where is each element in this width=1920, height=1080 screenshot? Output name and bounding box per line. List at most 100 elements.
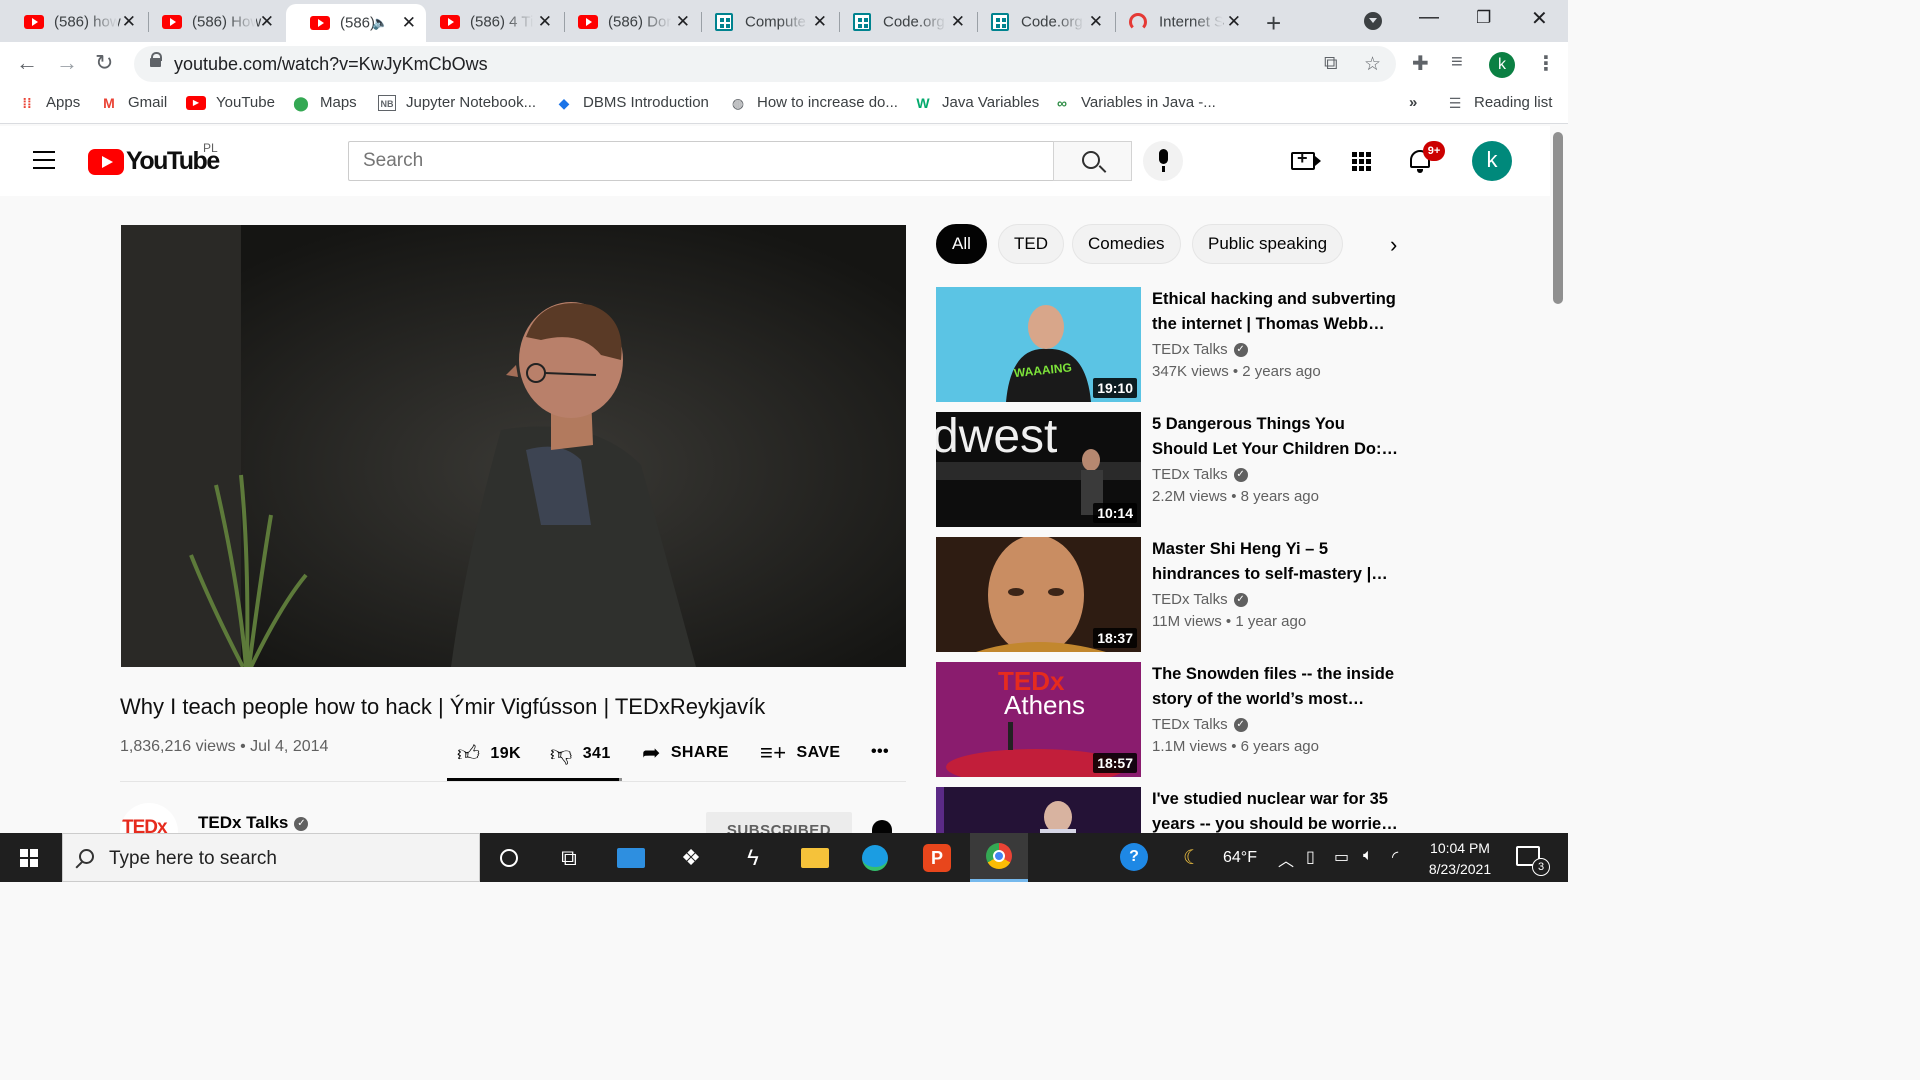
browser-tab-active[interactable]: (586) 🔈 ✕ bbox=[286, 4, 426, 42]
channel-name[interactable]: TEDx Talks ✓ bbox=[198, 813, 309, 833]
recommendation-title[interactable]: 5 Dangerous Things You Should Let Your C… bbox=[1152, 412, 1402, 462]
media-control-icon[interactable]: ≡ bbox=[1451, 51, 1463, 74]
url-text[interactable]: youtube.com/watch?v=KwJyKmCbOws bbox=[174, 54, 488, 75]
bookmark-youtube[interactable]: ▶ YouTube bbox=[186, 94, 275, 111]
recommendation-channel[interactable]: TEDx Talks ✓ bbox=[1152, 466, 1248, 483]
close-tab-icon[interactable]: ✕ bbox=[260, 12, 274, 32]
address-bar[interactable]: youtube.com/watch?v=KwJyKmCbOws ⧉ ☆ bbox=[134, 46, 1396, 82]
close-tab-icon[interactable]: ✕ bbox=[813, 12, 827, 32]
dislike-button[interactable]: 👎︎ 341 bbox=[550, 740, 611, 767]
close-tab-icon[interactable]: ✕ bbox=[1089, 12, 1103, 32]
close-tab-icon[interactable]: ✕ bbox=[122, 12, 136, 32]
bookmark-jupyter[interactable]: NB Jupyter Notebook... bbox=[378, 94, 536, 111]
browser-tab[interactable]: (586) Dor ✕ bbox=[554, 6, 700, 38]
video-player[interactable] bbox=[121, 225, 906, 667]
recommendation-item[interactable]: 18:37 Master Shi Heng Yi – 5 hindrances … bbox=[936, 537, 1406, 652]
profile-avatar[interactable]: k bbox=[1489, 52, 1515, 78]
minimize-window-icon[interactable]: — bbox=[1419, 6, 1439, 29]
speaker-icon[interactable]: 🔈 bbox=[372, 15, 388, 31]
chip-all[interactable]: All bbox=[936, 224, 987, 264]
browser-tab[interactable]: Code.org ✕ bbox=[967, 6, 1113, 38]
taskbar-search[interactable]: Type here to search bbox=[62, 833, 480, 882]
youtube-logo[interactable]: YouTube bbox=[88, 147, 220, 176]
create-video-icon[interactable] bbox=[1291, 148, 1321, 170]
chip-public-speaking[interactable]: Public speaking bbox=[1192, 224, 1344, 264]
recommendation-item[interactable]: I've studied nuclear war for 35 years --… bbox=[936, 787, 1406, 833]
reload-icon[interactable]: ↻ bbox=[95, 50, 113, 76]
search-input[interactable] bbox=[349, 142, 1054, 180]
open-in-app-icon[interactable]: ⧉ bbox=[1324, 53, 1338, 75]
volume-icon[interactable]: 🔈︎ bbox=[1363, 847, 1373, 865]
file-explorer-icon[interactable] bbox=[786, 833, 844, 882]
close-tab-icon[interactable]: ✕ bbox=[951, 12, 965, 32]
recommendation-title[interactable]: I've studied nuclear war for 35 years --… bbox=[1152, 787, 1402, 833]
recommendation-title[interactable]: Ethical hacking and subverting the inter… bbox=[1152, 287, 1402, 337]
close-tab-icon[interactable]: ✕ bbox=[538, 12, 552, 32]
help-icon[interactable]: ? bbox=[1120, 843, 1148, 871]
chrome-menu-icon[interactable]: ⋮ bbox=[1536, 51, 1556, 76]
browser-tab[interactable]: (586) how ✕ bbox=[0, 6, 146, 38]
recommendation-channel[interactable]: TEDx Talks ✓ bbox=[1152, 341, 1248, 358]
weather-temperature[interactable]: 64°F bbox=[1223, 849, 1257, 867]
forward-arrow-icon[interactable]: → bbox=[56, 50, 78, 76]
mail-icon[interactable] bbox=[602, 833, 660, 882]
bookmark-gmail[interactable]: M Gmail bbox=[100, 94, 167, 111]
bookmark-java-variables[interactable]: W Java Variables bbox=[914, 94, 1039, 111]
restore-window-icon[interactable]: ❐ bbox=[1476, 8, 1491, 28]
windows-start-icon[interactable] bbox=[20, 849, 38, 867]
browser-tab[interactable]: (586) How ✕ bbox=[138, 6, 284, 38]
battery-icon[interactable]: ▭ bbox=[1334, 847, 1349, 867]
wifi-icon[interactable]: ◜ bbox=[1392, 847, 1398, 867]
bookmark-variables-java[interactable]: ∞ Variables in Java -... bbox=[1053, 94, 1216, 111]
share-button[interactable]: ➦ SHARE bbox=[642, 740, 729, 766]
dropbox-icon[interactable]: ❖ bbox=[662, 833, 720, 882]
psiphon-icon[interactable]: P bbox=[908, 833, 966, 882]
voice-search-button[interactable] bbox=[1143, 141, 1183, 181]
more-actions-button[interactable]: ••• bbox=[871, 743, 889, 761]
recommendation-channel[interactable]: TEDx Talks ✓ bbox=[1152, 716, 1248, 733]
action-center-icon[interactable]: 3 bbox=[1516, 846, 1550, 876]
browser-tab[interactable]: Internet S ✕ bbox=[1105, 6, 1251, 38]
like-button[interactable]: 👍︎ 19K bbox=[457, 740, 521, 767]
video-thumbnail[interactable]: TEDx Athens 18:57 bbox=[936, 662, 1141, 777]
chrome-icon[interactable] bbox=[970, 833, 1028, 882]
close-tab-icon[interactable]: ✕ bbox=[676, 12, 690, 32]
bookmarks-overflow-button[interactable]: » bbox=[1409, 94, 1417, 111]
system-clock[interactable]: 10:04 PM 8/23/2021 bbox=[1420, 838, 1500, 880]
bookmark-increase[interactable]: ◍ How to increase do... bbox=[729, 94, 898, 111]
recommendation-channel[interactable]: TEDx Talks ✓ bbox=[1152, 591, 1248, 608]
reading-list-button[interactable]: ☰ Reading list bbox=[1446, 94, 1553, 111]
youtube-apps-icon[interactable] bbox=[1352, 152, 1372, 172]
recommendation-item[interactable]: TEDx Athens 18:57 The Snowden files -- t… bbox=[936, 662, 1406, 777]
chevron-up-icon[interactable]: ︿ bbox=[1278, 847, 1294, 871]
bookmark-apps[interactable]: ⁞⁞ Apps bbox=[18, 94, 80, 111]
video-thumbnail[interactable]: 18:37 bbox=[936, 537, 1141, 652]
video-thumbnail[interactable]: WAAAING 19:10 bbox=[936, 287, 1141, 402]
search-field[interactable] bbox=[348, 141, 1054, 181]
save-button[interactable]: ≡+ SAVE bbox=[760, 740, 840, 766]
chip-comedies[interactable]: Comedies bbox=[1072, 224, 1181, 264]
weather-moon-icon[interactable]: ☾ bbox=[1183, 845, 1201, 870]
bookmark-star-icon[interactable]: ☆ bbox=[1364, 53, 1381, 76]
recommendation-item[interactable]: dwest 10:14 5 Dangerous Things You Shoul… bbox=[936, 412, 1406, 527]
edge-browser-icon[interactable] bbox=[846, 833, 904, 882]
bookmark-maps[interactable]: ⬤ Maps bbox=[292, 94, 357, 111]
video-thumbnail[interactable]: dwest 10:14 bbox=[936, 412, 1141, 527]
close-tab-icon[interactable]: ✕ bbox=[402, 13, 416, 33]
recommendation-title[interactable]: Master Shi Heng Yi – 5 hindrances to sel… bbox=[1152, 537, 1402, 587]
taskbar-search-placeholder[interactable]: Type here to search bbox=[109, 848, 277, 870]
app-slash-icon[interactable]: ϟ bbox=[724, 833, 782, 882]
task-view-icon[interactable]: ⧉ bbox=[540, 833, 598, 882]
video-thumbnail[interactable] bbox=[936, 787, 1141, 833]
back-arrow-icon[interactable]: ← bbox=[16, 50, 38, 76]
lock-icon[interactable] bbox=[150, 52, 162, 67]
scrollbar-thumb[interactable] bbox=[1553, 132, 1563, 304]
browser-tab[interactable]: (586) 4 Ti ✕ bbox=[416, 6, 562, 38]
cortana-icon[interactable] bbox=[480, 833, 538, 882]
extensions-puzzle-icon[interactable]: ✚ bbox=[1412, 51, 1429, 76]
recommendation-item[interactable]: WAAAING 19:10 Ethical hacking and subver… bbox=[936, 287, 1406, 402]
search-button[interactable] bbox=[1053, 141, 1132, 181]
menu-hamburger-icon[interactable] bbox=[33, 151, 55, 169]
bookmark-dbms[interactable]: ◆ DBMS Introduction bbox=[555, 94, 709, 111]
recommendation-title[interactable]: The Snowden files -- the inside story of… bbox=[1152, 662, 1402, 712]
